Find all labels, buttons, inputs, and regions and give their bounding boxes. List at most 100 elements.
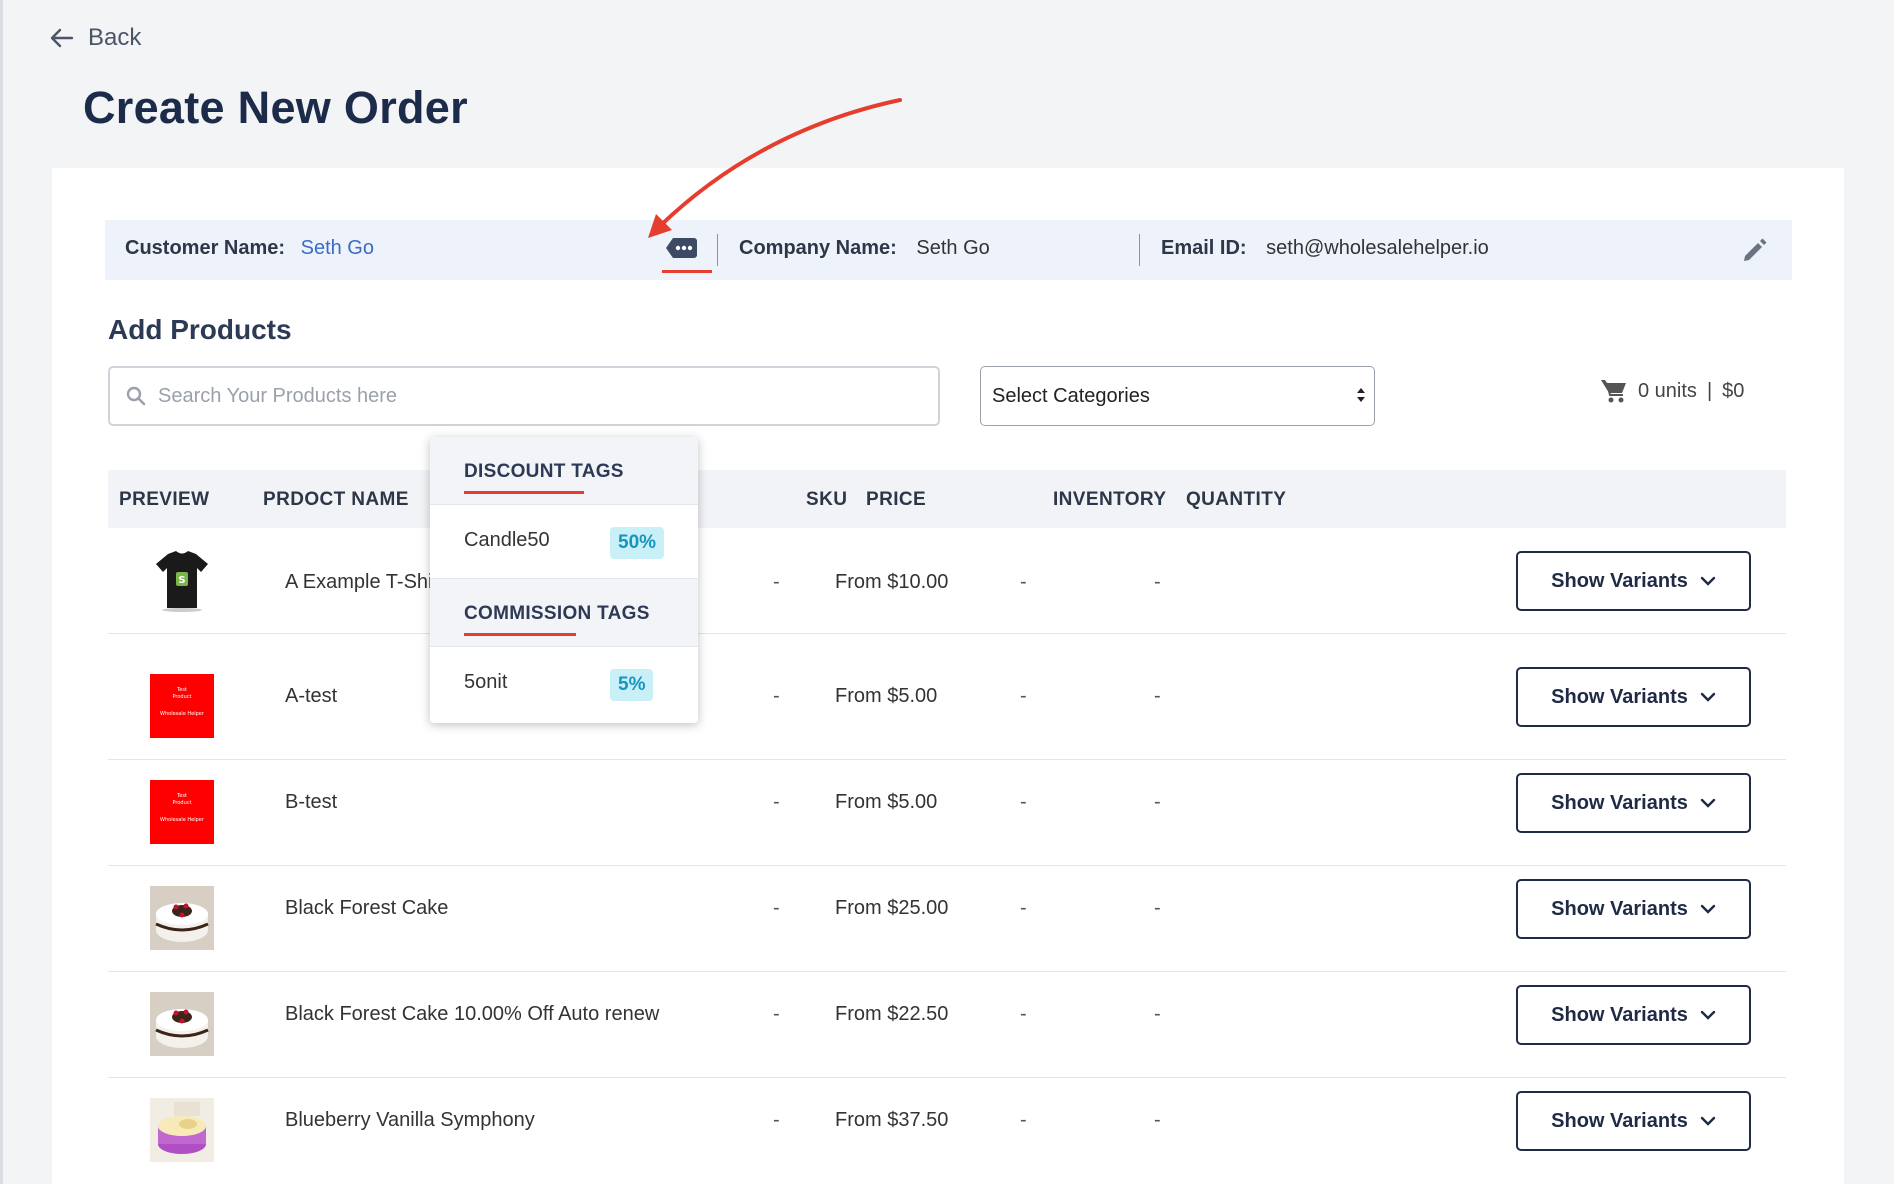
pencil-icon xyxy=(1744,238,1767,261)
product-name: Black Forest Cake 10.00% Off Auto renew xyxy=(285,1003,660,1025)
tag-value-badge: 50% xyxy=(610,527,665,559)
back-label: Back xyxy=(88,24,142,51)
tag-name: Candle50 xyxy=(464,529,550,551)
cart-separator: | xyxy=(1706,379,1713,402)
email-value: seth@wholesalehelper.io xyxy=(1266,237,1489,259)
order-card: Customer Name: Seth Go Company Name: Set… xyxy=(52,168,1844,1184)
show-variants-button[interactable]: Show Variants xyxy=(1516,1091,1751,1151)
product-quantity: - xyxy=(1154,571,1161,593)
products-table-header: PREVIEW PRDOCT NAME SKU PRICE INVENTORY … xyxy=(108,470,1786,528)
product-sku: - xyxy=(773,791,780,813)
show-variants-button[interactable]: Show Variants xyxy=(1516,551,1751,611)
search-input[interactable] xyxy=(158,384,858,408)
annotation-underline xyxy=(464,633,576,636)
annotation-underline xyxy=(662,270,712,273)
column-header-sku: SKU xyxy=(806,489,848,510)
product-sku: - xyxy=(773,897,780,919)
table-row: Black Forest Cake - From $25.00 - - Show… xyxy=(108,866,1786,972)
column-header-quantity: QUANTITY xyxy=(1186,489,1287,510)
svg-text:Product: Product xyxy=(173,800,192,806)
product-price: From $22.50 xyxy=(835,1003,949,1025)
customer-tags-popup: DISCOUNT TAGS Candle50 50% COMMISSION TA… xyxy=(430,437,698,723)
product-thumbnail: S xyxy=(156,551,208,612)
table-row: Test Product Wholesale Helper A-test - F… xyxy=(108,654,1786,760)
cart-icon xyxy=(1601,380,1626,403)
table-row: Black Forest Cake 10.00% Off Auto renew … xyxy=(108,972,1786,1078)
show-variants-label: Show Variants xyxy=(1551,791,1688,814)
svg-text:Wholesale Helper: Wholesale Helper xyxy=(160,711,205,717)
product-thumbnail: Test Product Wholesale Helper xyxy=(150,674,214,738)
product-thumbnail xyxy=(150,992,214,1056)
product-quantity: - xyxy=(1154,685,1161,707)
customer-tags-button[interactable] xyxy=(665,233,699,263)
commission-tags-title: COMMISSION TAGS xyxy=(464,603,650,624)
tag-name: 5onit xyxy=(464,671,508,693)
tag-more-icon xyxy=(666,238,697,258)
column-header-price: PRICE xyxy=(866,489,927,510)
product-price: From $5.00 xyxy=(835,685,938,707)
search-icon xyxy=(126,386,146,406)
product-inventory: - xyxy=(1020,1109,1027,1131)
product-quantity: - xyxy=(1154,1003,1161,1025)
cart-units: 0 units xyxy=(1638,379,1697,402)
left-rail xyxy=(0,0,3,1184)
customer-name-value[interactable]: Seth Go xyxy=(301,237,374,259)
product-inventory: - xyxy=(1020,897,1027,919)
show-variants-button[interactable]: Show Variants xyxy=(1516,667,1751,727)
show-variants-label: Show Variants xyxy=(1551,1003,1688,1026)
divider xyxy=(717,234,718,266)
email-label: Email ID: xyxy=(1161,237,1247,259)
chevron-down-icon xyxy=(1700,576,1716,586)
show-variants-button[interactable]: Show Variants xyxy=(1516,879,1751,939)
product-name: A-test xyxy=(285,685,338,707)
divider xyxy=(1139,234,1140,266)
product-inventory: - xyxy=(1020,1003,1027,1025)
chevron-down-icon xyxy=(1700,1010,1716,1020)
product-name: A Example T-Shirt xyxy=(285,571,445,593)
chevron-down-icon xyxy=(1700,904,1716,914)
product-quantity: - xyxy=(1154,897,1161,919)
product-quantity: - xyxy=(1154,791,1161,813)
show-variants-button[interactable]: Show Variants xyxy=(1516,773,1751,833)
cart-summary[interactable]: 0 units | $0 xyxy=(1600,377,1744,405)
add-products-title: Add Products xyxy=(108,314,292,345)
company-name-label: Company Name: xyxy=(739,237,897,259)
edit-customer-button[interactable] xyxy=(1741,236,1769,264)
cart-total: $0 xyxy=(1722,379,1745,402)
svg-text:Test: Test xyxy=(176,793,187,799)
company-name-value: Seth Go xyxy=(916,237,990,259)
product-price: From $10.00 xyxy=(835,571,949,593)
customer-name-label: Customer Name: xyxy=(125,237,286,259)
customer-name-field: Customer Name: Seth Go xyxy=(125,237,374,260)
column-header-inventory: INVENTORY xyxy=(1053,489,1167,510)
show-variants-label: Show Variants xyxy=(1551,1109,1688,1132)
chevron-down-icon xyxy=(1700,1116,1716,1126)
column-header-product-name: PRDOCT NAME xyxy=(263,489,409,510)
show-variants-label: Show Variants xyxy=(1551,897,1688,920)
page-title: Create New Order xyxy=(83,82,468,133)
category-select-value: Select Categories xyxy=(992,384,1150,407)
product-sku: - xyxy=(773,1003,780,1025)
product-thumbnail: Test Product Wholesale Helper xyxy=(150,780,214,844)
product-thumbnail xyxy=(150,1098,214,1162)
discount-tag-item[interactable]: Candle50 50% xyxy=(430,505,698,579)
product-name: Black Forest Cake xyxy=(285,897,449,919)
product-sku: - xyxy=(773,685,780,707)
table-row: Blueberry Vanilla Symphony - From $37.50… xyxy=(108,1078,1786,1184)
chevron-down-icon xyxy=(1700,692,1716,702)
product-inventory: - xyxy=(1020,685,1027,707)
back-link[interactable]: Back xyxy=(50,24,141,52)
product-search xyxy=(108,366,940,426)
commission-tags-header: COMMISSION TAGS xyxy=(430,579,698,647)
product-quantity: - xyxy=(1154,1109,1161,1131)
table-row: S A Example T-Shirt - From $10.00 - - Sh… xyxy=(108,528,1786,634)
svg-text:S: S xyxy=(178,575,185,586)
company-name-field: Company Name: Seth Go xyxy=(739,237,990,260)
commission-tag-item[interactable]: 5onit 5% xyxy=(430,647,698,721)
show-variants-label: Show Variants xyxy=(1551,569,1688,592)
show-variants-button[interactable]: Show Variants xyxy=(1516,985,1751,1045)
svg-text:Wholesale Helper: Wholesale Helper xyxy=(160,817,205,823)
product-name: B-test xyxy=(285,791,338,813)
category-select[interactable]: Select Categories xyxy=(980,366,1375,426)
product-inventory: - xyxy=(1020,791,1027,813)
